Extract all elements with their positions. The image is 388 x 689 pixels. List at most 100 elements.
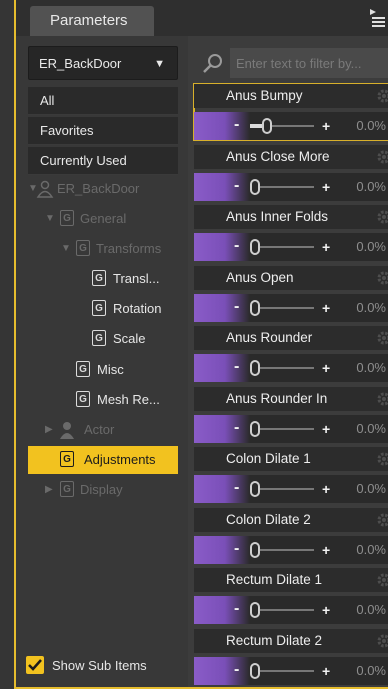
increment-button[interactable]: + — [322, 233, 330, 261]
parameter-row[interactable]: Rectum Dilate 2 - +0.0% — [194, 628, 388, 685]
parameter-row[interactable]: Colon Dilate 2 - +0.0% — [194, 507, 388, 564]
gear-icon[interactable] — [376, 451, 388, 467]
parameter-slider[interactable]: - +0.0% — [194, 475, 388, 503]
parameter-name-label: Anus Rounder — [226, 330, 313, 345]
slider-gradient — [194, 475, 250, 503]
parameter-value[interactable]: 0.0% — [356, 475, 386, 503]
gear-icon[interactable] — [376, 330, 388, 346]
increment-button[interactable]: + — [322, 657, 330, 685]
decrement-button[interactable]: - — [234, 173, 239, 199]
parameter-slider[interactable]: - +0.0% — [194, 656, 388, 685]
slider-handle[interactable] — [250, 239, 260, 255]
tab-parameters[interactable]: Parameters — [30, 6, 154, 36]
tree-item-actor[interactable]: ▶ Actor — [28, 416, 178, 444]
figure-dropdown[interactable]: ER_BackDoor ▼ — [28, 46, 178, 80]
filter-favorites[interactable]: Favorites — [28, 117, 178, 145]
slider-handle[interactable] — [250, 541, 260, 558]
gear-icon[interactable] — [376, 512, 388, 528]
tree-item-scale[interactable]: G Scale — [28, 325, 178, 353]
increment-button[interactable]: + — [322, 112, 330, 140]
decrement-button[interactable]: - — [234, 294, 239, 320]
tree-item-er-backdoor[interactable]: ▼ ER_BackDoor — [28, 175, 178, 203]
gear-icon[interactable] — [376, 270, 388, 286]
parameter-slider[interactable]: - +0.0% — [194, 354, 388, 382]
slider-handle[interactable] — [250, 420, 260, 437]
tree-item-misc[interactable]: G Misc — [28, 356, 178, 384]
tree-item-mesh-resolution[interactable]: G Mesh Re... — [28, 386, 178, 414]
decrement-button[interactable]: - — [234, 354, 239, 380]
gear-icon[interactable] — [376, 391, 388, 407]
parameter-row[interactable]: Colon Dilate 1 - +0.0% — [194, 447, 388, 503]
parameter-slider[interactable]: - +0.0% — [194, 535, 388, 564]
increment-button[interactable]: + — [322, 475, 330, 503]
decrement-button[interactable]: - — [234, 112, 239, 138]
gear-icon[interactable] — [376, 572, 388, 588]
expand-arrow-icon[interactable]: ▶ — [45, 416, 53, 444]
decrement-button[interactable]: - — [234, 475, 239, 501]
search-input[interactable] — [230, 48, 388, 78]
checkbox-checked-icon[interactable] — [26, 656, 44, 674]
tree-item-transforms[interactable]: ▼ G Transforms — [28, 235, 178, 263]
slider-handle[interactable] — [250, 360, 260, 376]
pane-menu-icon[interactable] — [368, 8, 386, 28]
tree-item-label: Misc — [97, 362, 124, 377]
filter-currently-used[interactable]: Currently Used — [28, 147, 178, 175]
parameter-value[interactable]: 0.0% — [356, 657, 386, 685]
slider-handle[interactable] — [250, 299, 260, 316]
decrement-button[interactable]: - — [234, 596, 239, 622]
increment-button[interactable]: + — [322, 173, 330, 201]
parameter-value[interactable]: 0.0% — [356, 294, 386, 322]
tree-item-label: ER_BackDoor — [57, 181, 140, 196]
parameter-row[interactable]: Rectum Dilate 1 - +0.0% — [194, 568, 388, 624]
expand-arrow-icon[interactable]: ▼ — [61, 235, 71, 263]
tree-item-display[interactable]: ▶ G Display — [28, 476, 178, 504]
parameter-value[interactable]: 0.0% — [356, 354, 386, 382]
parameter-row[interactable]: Anus Rounder In - +0.0% — [194, 386, 388, 443]
parameter-row[interactable]: Anus Open - +0.0% — [194, 265, 388, 322]
increment-button[interactable]: + — [322, 294, 330, 322]
parameter-value[interactable]: 0.0% — [356, 173, 386, 201]
parameter-value[interactable]: 0.0% — [356, 233, 386, 261]
increment-button[interactable]: + — [322, 536, 330, 564]
parameter-slider[interactable]: - +0.0% — [194, 293, 388, 322]
tree-item-rotation[interactable]: G Rotation — [28, 295, 178, 323]
parameter-value[interactable]: 0.0% — [356, 112, 386, 140]
increment-button[interactable]: + — [322, 596, 330, 624]
filter-all[interactable]: All — [28, 87, 178, 115]
parameter-row[interactable]: Anus Bumpy - +0.0% — [193, 83, 388, 141]
parameter-slider[interactable]: - +0.0% — [194, 172, 388, 201]
tree-item-adjustments[interactable]: G Adjustments — [28, 446, 178, 474]
tree-item-general[interactable]: ▼ G General — [28, 205, 178, 233]
increment-button[interactable]: + — [322, 354, 330, 382]
parameter-slider[interactable]: - +0.0% — [194, 233, 388, 261]
increment-button[interactable]: + — [322, 415, 330, 443]
slider-handle[interactable] — [250, 178, 260, 195]
expand-arrow-icon[interactable]: ▼ — [45, 205, 55, 233]
gear-icon[interactable] — [376, 149, 388, 165]
slider-gradient — [194, 172, 250, 201]
decrement-button[interactable]: - — [234, 536, 239, 562]
parameter-row[interactable]: Anus Inner Folds - +0.0% — [194, 205, 388, 261]
decrement-button[interactable]: - — [234, 415, 239, 441]
gear-icon[interactable] — [376, 88, 388, 104]
gear-icon[interactable] — [376, 209, 388, 225]
parameter-slider[interactable]: - +0.0% — [194, 596, 388, 624]
parameter-row[interactable]: Anus Rounder - +0.0% — [194, 326, 388, 382]
parameter-slider[interactable]: - +0.0% — [194, 414, 388, 443]
decrement-button[interactable]: - — [234, 657, 239, 683]
parameter-row[interactable]: Anus Close More - +0.0% — [194, 144, 388, 201]
slider-handle[interactable] — [261, 118, 272, 134]
gear-icon[interactable] — [376, 633, 388, 649]
parameter-value[interactable]: 0.0% — [356, 415, 386, 443]
slider-gradient — [194, 596, 250, 624]
parameter-value[interactable]: 0.0% — [356, 596, 386, 624]
slider-handle[interactable] — [250, 602, 260, 618]
decrement-button[interactable]: - — [234, 233, 239, 259]
parameter-name: Anus Open — [194, 265, 388, 290]
expand-arrow-icon[interactable]: ▶ — [45, 476, 53, 504]
slider-handle[interactable] — [250, 481, 260, 497]
slider-handle[interactable] — [250, 662, 260, 679]
parameter-value[interactable]: 0.0% — [356, 536, 386, 564]
tree-item-translate[interactable]: G Transl... — [28, 265, 178, 293]
parameter-slider[interactable]: - +0.0% — [194, 112, 388, 140]
